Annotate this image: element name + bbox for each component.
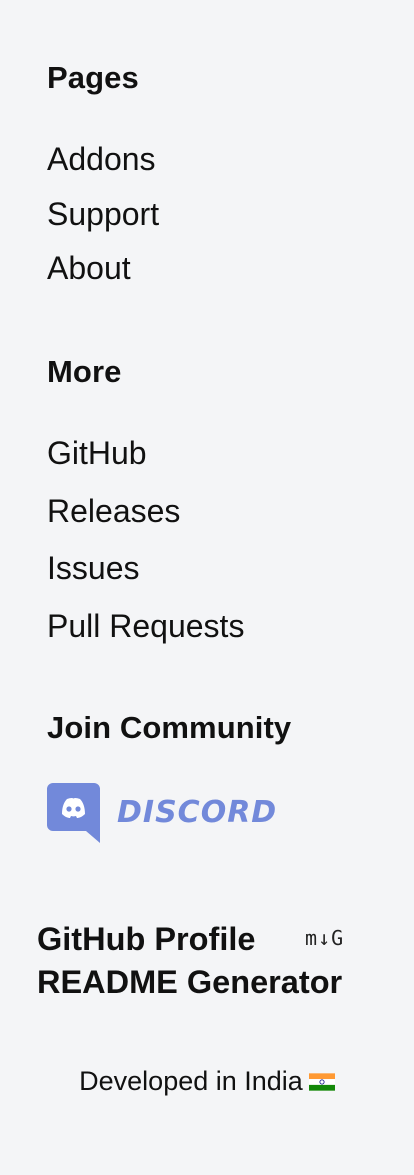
footer-page: { "pages": { "heading": "Pages", "links"… [0,0,414,1175]
brand-title-line1: GitHub Profile [37,921,256,957]
list-item: Addons [47,143,394,198]
list-item: About [47,252,394,307]
github-link[interactable]: GitHub [47,437,147,469]
brand-block: GitHub Profile README Generator m↓G [37,918,397,1004]
india-flag-icon [308,1073,335,1091]
community-section: Join Community DISCORD [47,710,394,843]
discord-link[interactable]: DISCORD [47,783,277,843]
list-item: Support [47,198,394,253]
pages-heading: Pages [47,60,139,95]
list-item: Releases [47,495,394,553]
list-item: Issues [47,552,394,610]
discord-wordmark: DISCORD [117,795,278,830]
more-heading: More [47,354,122,389]
brand-title-line2: README Generator [37,964,343,1001]
footer-credit: Developed in India [0,1066,414,1097]
issues-link[interactable]: Issues [47,552,139,584]
discord-icon [47,783,100,843]
pull-requests-link[interactable]: Pull Requests [47,610,244,642]
developed-text: Developed in India [79,1066,303,1096]
more-links: GitHub Releases Issues Pull Requests [47,437,394,667]
more-section: More GitHub Releases Issues Pull Request… [47,356,394,667]
about-link[interactable]: About [47,252,131,284]
community-heading: Join Community [47,710,292,745]
addons-link[interactable]: Addons [47,143,156,175]
support-link[interactable]: Support [47,198,159,230]
list-item: GitHub [47,437,394,495]
pages-links: Addons Support About [47,143,394,307]
pages-section: Pages Addons Support About [47,62,394,307]
list-item: Pull Requests [47,610,394,668]
brand-logo: m↓G [305,926,345,950]
releases-link[interactable]: Releases [47,495,180,527]
